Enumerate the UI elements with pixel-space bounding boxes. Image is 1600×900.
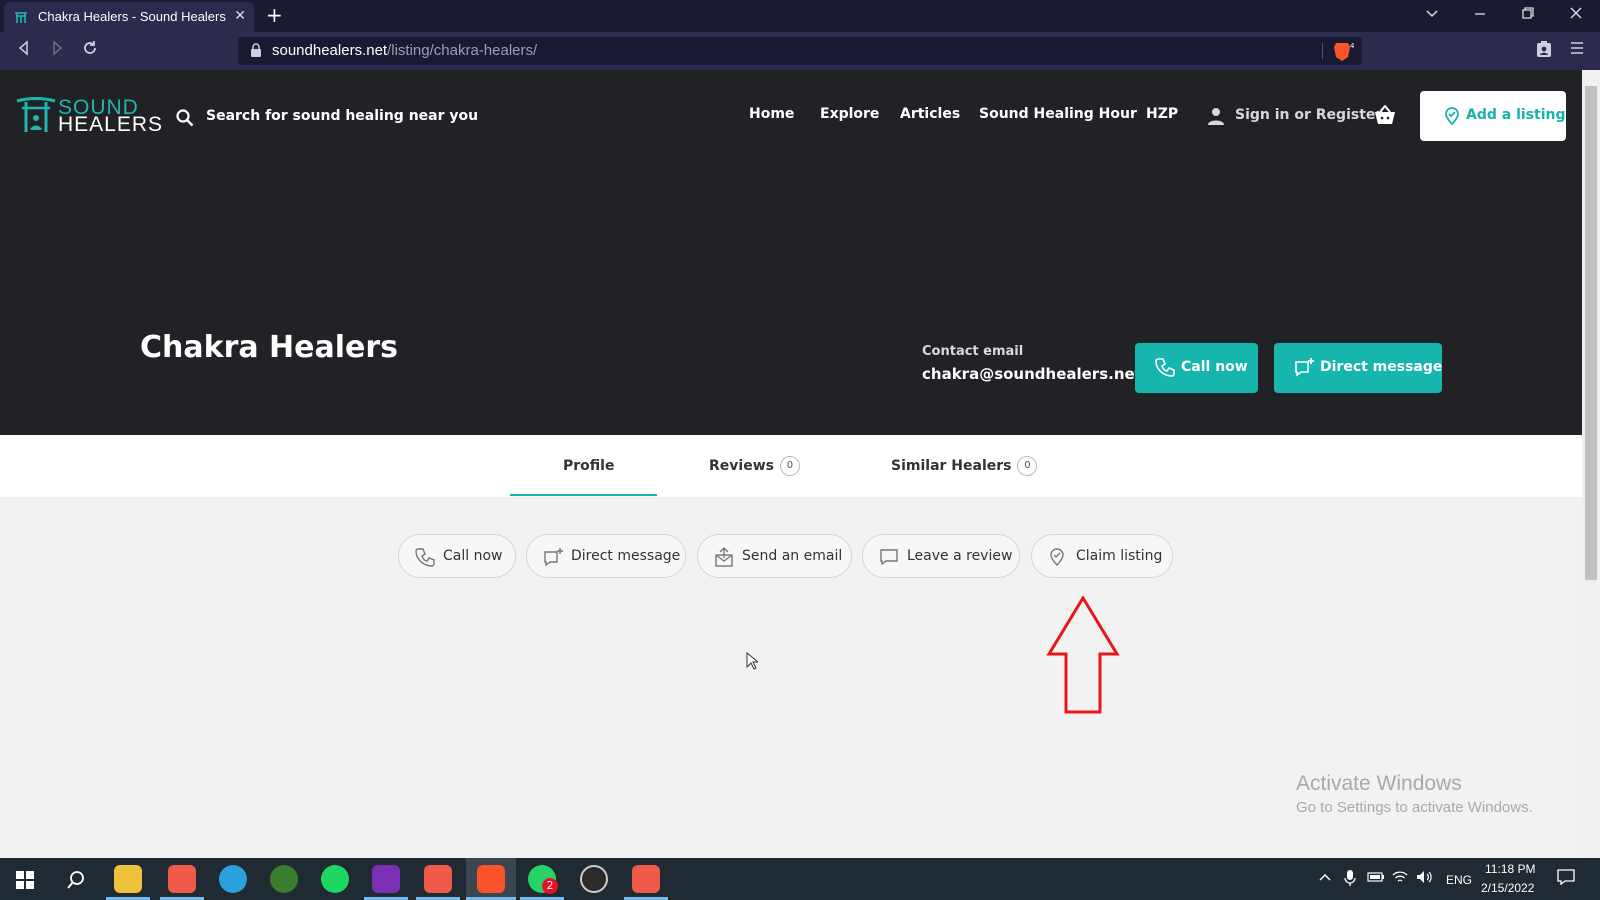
scrollbar-thumb[interactable] <box>1585 86 1597 580</box>
map-pin-check-icon <box>1445 107 1459 125</box>
message-plus-icon <box>544 548 563 567</box>
tab-profile[interactable]: Profile <box>563 458 614 474</box>
tab-title: Chakra Healers - Sound Healers <box>38 9 226 24</box>
map-pin-check-icon <box>1050 548 1064 566</box>
tab-reviews[interactable]: Reviews 0 <box>709 456 800 476</box>
site-logo[interactable]: SOUND HEALERS <box>16 96 162 136</box>
telegram-icon[interactable] <box>219 865 247 893</box>
action-send-email[interactable]: Send an email <box>697 534 852 578</box>
brave-profile-icon[interactable] <box>168 865 196 893</box>
windows-start-icon[interactable] <box>15 870 35 890</box>
url-domain: soundhealers.net <box>272 42 388 59</box>
nav-home[interactable]: Home <box>749 106 794 122</box>
send-email-icon <box>715 547 733 567</box>
restore-icon[interactable] <box>1521 6 1535 20</box>
nav-explore[interactable]: Explore <box>820 106 879 122</box>
reload-icon[interactable] <box>82 40 98 56</box>
listing-tabs: Profile Reviews 0 Similar Healers 0 <box>0 435 1582 497</box>
tab-reviews-label: Reviews <box>709 458 774 474</box>
whatsapp-badge: 2 <box>542 878 558 894</box>
search-input[interactable]: Search for sound healing near you <box>206 108 478 124</box>
new-tab-button[interactable]: + <box>266 4 283 26</box>
tab-similar-healers-label: Similar Healers <box>891 458 1012 474</box>
soundhealers-favicon-icon <box>14 10 28 24</box>
add-listing-label: Add a listing <box>1466 107 1566 123</box>
listing-title: Chakra Healers <box>140 330 399 365</box>
nav-hzp[interactable]: HZP <box>1146 106 1178 122</box>
action-leave-review[interactable]: Leave a review <box>862 534 1020 578</box>
similar-healers-count-badge: 0 <box>1017 456 1038 476</box>
file-explorer-icon[interactable] <box>114 865 142 893</box>
clock-date[interactable]: 2/15/2022 <box>1481 881 1534 895</box>
taskbar-search-icon[interactable] <box>66 870 86 890</box>
logo-text-healers: HEALERS <box>58 113 164 136</box>
nav-articles[interactable]: Articles <box>900 106 960 122</box>
active-tab-indicator <box>510 494 657 496</box>
nav-sound-healing-hour[interactable]: Sound Healing Hour <box>979 106 1137 122</box>
tray-chevron-icon[interactable] <box>1318 870 1332 884</box>
browser-address-bar: soundhealers.net/listing/chakra-healers/… <box>0 32 1600 70</box>
url-field[interactable]: soundhealers.net/listing/chakra-healers/… <box>238 37 1362 65</box>
activate-windows-title: Activate Windows <box>1296 772 1462 795</box>
phone-icon <box>1155 358 1175 377</box>
browser-menu-icon[interactable] <box>1570 40 1584 56</box>
phone-icon <box>415 548 435 567</box>
brave-shields-icon[interactable]: 4 <box>1334 41 1356 61</box>
call-now-label: Call now <box>1181 359 1248 375</box>
url-path: /listing/chakra-healers/ <box>387 42 538 59</box>
search-icon <box>176 109 194 127</box>
message-plus-icon <box>1295 358 1314 377</box>
annotation-arrow <box>1046 596 1120 714</box>
action-claim-listing-label: Claim listing <box>1076 548 1163 564</box>
volume-icon[interactable] <box>1416 870 1434 884</box>
minimize-icon[interactable] <box>1473 6 1487 20</box>
url-separator <box>1322 43 1323 59</box>
onenote-icon[interactable] <box>372 865 400 893</box>
action-claim-listing[interactable]: Claim listing <box>1031 534 1173 578</box>
obs-icon[interactable] <box>580 865 608 893</box>
tab-close-icon[interactable]: ✕ <box>234 8 246 24</box>
close-window-icon[interactable] <box>1569 6 1583 20</box>
sign-in-label: Sign in or Register <box>1235 107 1383 123</box>
tab-similar-healers[interactable]: Similar Healers 0 <box>891 456 1038 476</box>
mouse-cursor-icon <box>746 652 758 670</box>
brave-profile-icon[interactable] <box>424 865 452 893</box>
call-now-button[interactable]: Call now <box>1135 343 1258 393</box>
browser-tab[interactable]: Chakra Healers - Sound Healers ✕ <box>4 2 254 32</box>
action-direct-message-label: Direct message <box>571 548 681 564</box>
cart-basket-icon[interactable] <box>1374 105 1396 125</box>
wallet-icon[interactable] <box>1536 40 1552 58</box>
action-direct-message[interactable]: Direct message <box>526 534 686 578</box>
battery-icon[interactable] <box>1367 870 1385 884</box>
lock-icon <box>250 43 262 57</box>
action-call-now[interactable]: Call now <box>398 534 516 578</box>
action-send-email-label: Send an email <box>742 548 843 564</box>
torii-logo-icon <box>16 97 56 132</box>
action-leave-review-label: Leave a review <box>907 548 1013 564</box>
forward-icon[interactable] <box>49 40 65 56</box>
spotify-icon[interactable] <box>321 865 349 893</box>
brave-shields-count: 4 <box>1350 42 1355 50</box>
notification-center-icon[interactable] <box>1557 869 1575 885</box>
direct-message-label: Direct message <box>1320 359 1443 375</box>
user-icon <box>1207 107 1225 125</box>
tab-profile-label: Profile <box>563 458 615 474</box>
direct-message-button[interactable]: Direct message <box>1274 343 1442 393</box>
brave-profile-icon[interactable] <box>632 865 660 893</box>
brave-icon[interactable] <box>477 865 505 893</box>
wifi-icon[interactable] <box>1392 870 1408 884</box>
xbox-icon[interactable] <box>270 865 298 893</box>
add-listing-button[interactable]: Add a listing <box>1420 91 1566 141</box>
comment-icon <box>880 549 898 566</box>
activate-windows-subtitle: Go to Settings to activate Windows. <box>1296 799 1533 816</box>
language-indicator[interactable]: ENG <box>1446 873 1472 887</box>
contact-email-label: Contact email <box>922 344 1024 359</box>
clock-time[interactable]: 11:18 PM <box>1485 862 1535 876</box>
back-icon[interactable] <box>16 40 32 56</box>
tab-search-chevron-icon[interactable] <box>1425 6 1439 20</box>
microphone-icon[interactable] <box>1344 870 1356 886</box>
reviews-count-badge: 0 <box>779 456 800 476</box>
contact-email-value[interactable]: chakra@soundhealers.net <box>922 365 1142 383</box>
action-call-now-label: Call now <box>443 548 503 564</box>
